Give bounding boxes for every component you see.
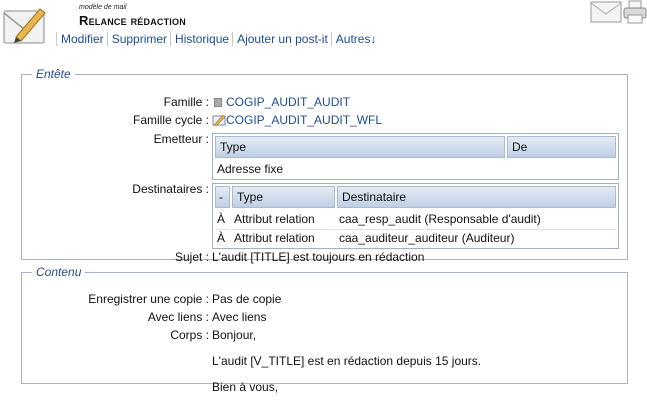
add-postit-link[interactable]: Ajouter un post-it bbox=[232, 32, 331, 46]
mail-template-icon bbox=[2, 1, 48, 47]
contenu-section: Contenu Enregistrer une copie : Pas de c… bbox=[21, 265, 628, 394]
destinataire-type-cell: Attribut relation bbox=[232, 229, 335, 246]
famille-label: Famille : bbox=[163, 95, 209, 109]
sujet-label: Sujet : bbox=[174, 250, 209, 264]
famille-cycle-link[interactable]: COGIP_AUDIT_AUDIT_WFL bbox=[226, 113, 382, 127]
corps-label: Corps : bbox=[170, 328, 209, 342]
emetteur-type-cell: Adresse fixe bbox=[217, 161, 284, 176]
emetteur-table: Type De Adresse fixe bbox=[212, 133, 619, 180]
liens-label: Avec liens : bbox=[147, 310, 209, 324]
page-title: Relance rédaction bbox=[79, 13, 186, 28]
emetteur-col-de: De bbox=[507, 136, 616, 158]
destinataires-table: - Type Destinataire À Attribut relation … bbox=[212, 183, 619, 249]
printer-icon[interactable] bbox=[623, 0, 647, 27]
document-type: modèle de mail bbox=[79, 4, 127, 11]
destinataires-label: Destinataires : bbox=[132, 182, 209, 196]
envelope-icon[interactable] bbox=[590, 0, 622, 27]
destinataires-col-destinataire: Destinataire bbox=[337, 186, 616, 208]
document-header: modèle de mail Relance rédaction Modifie… bbox=[0, 0, 647, 52]
destinataire-value-cell: caa_auditeur_auditeur (Auditeur) bbox=[337, 229, 616, 246]
sujet-value: L'audit [TITLE] est toujours en rédactio… bbox=[212, 250, 425, 264]
emetteur-de-cell bbox=[507, 160, 616, 177]
famille-value: COGIP_AUDIT_AUDIT bbox=[212, 95, 350, 109]
corps-line-1: Bonjour, bbox=[212, 328, 257, 342]
entete-legend: Entête bbox=[36, 67, 71, 81]
history-link[interactable]: Historique bbox=[170, 32, 233, 46]
copie-label: Enregistrer une copie : bbox=[88, 292, 209, 306]
delete-link[interactable]: Supprimer bbox=[106, 32, 171, 46]
table-row: À Attribut relation caa_resp_audit (Resp… bbox=[215, 210, 616, 227]
table-row: À Attribut relation caa_auditeur_auditeu… bbox=[215, 229, 616, 246]
emetteur-label: Emetteur : bbox=[153, 132, 209, 146]
document-icon bbox=[214, 98, 222, 107]
famille-link[interactable]: COGIP_AUDIT_AUDIT bbox=[226, 95, 350, 109]
corps-line-2: L'audit [V_TITLE] est en rédaction depui… bbox=[212, 354, 482, 368]
action-menu: Modifier Supprimer Historique Ajouter un po… bbox=[56, 32, 380, 46]
corps-line-3: Bien à vous, bbox=[212, 380, 279, 394]
modify-link[interactable]: Modifier bbox=[56, 32, 107, 46]
famille-cycle-value: COGIP_AUDIT_AUDIT_WFL bbox=[212, 113, 382, 130]
destinataire-mode-cell: À bbox=[215, 229, 230, 246]
destinataire-value-cell: caa_resp_audit (Responsable d'audit) bbox=[339, 211, 541, 226]
emetteur-col-type: Type bbox=[215, 136, 505, 158]
workflow-icon bbox=[212, 113, 226, 130]
entete-section: Entête Famille : COGIP_AUDIT_AUDIT Famil… bbox=[21, 67, 628, 264]
other-actions-link[interactable]: Autres↓ bbox=[330, 32, 380, 46]
destinataires-col-mode: - bbox=[215, 186, 230, 208]
contenu-legend: Contenu bbox=[36, 265, 82, 279]
famille-cycle-label: Famille cycle : bbox=[132, 113, 209, 127]
destinataires-col-type: Type bbox=[232, 186, 335, 208]
liens-value: Avec liens bbox=[212, 310, 267, 324]
copie-value: Pas de copie bbox=[212, 292, 282, 306]
destinataire-mode-cell: À bbox=[217, 211, 226, 226]
table-row: Adresse fixe bbox=[215, 160, 616, 177]
destinataire-type-cell: Attribut relation bbox=[234, 211, 315, 226]
